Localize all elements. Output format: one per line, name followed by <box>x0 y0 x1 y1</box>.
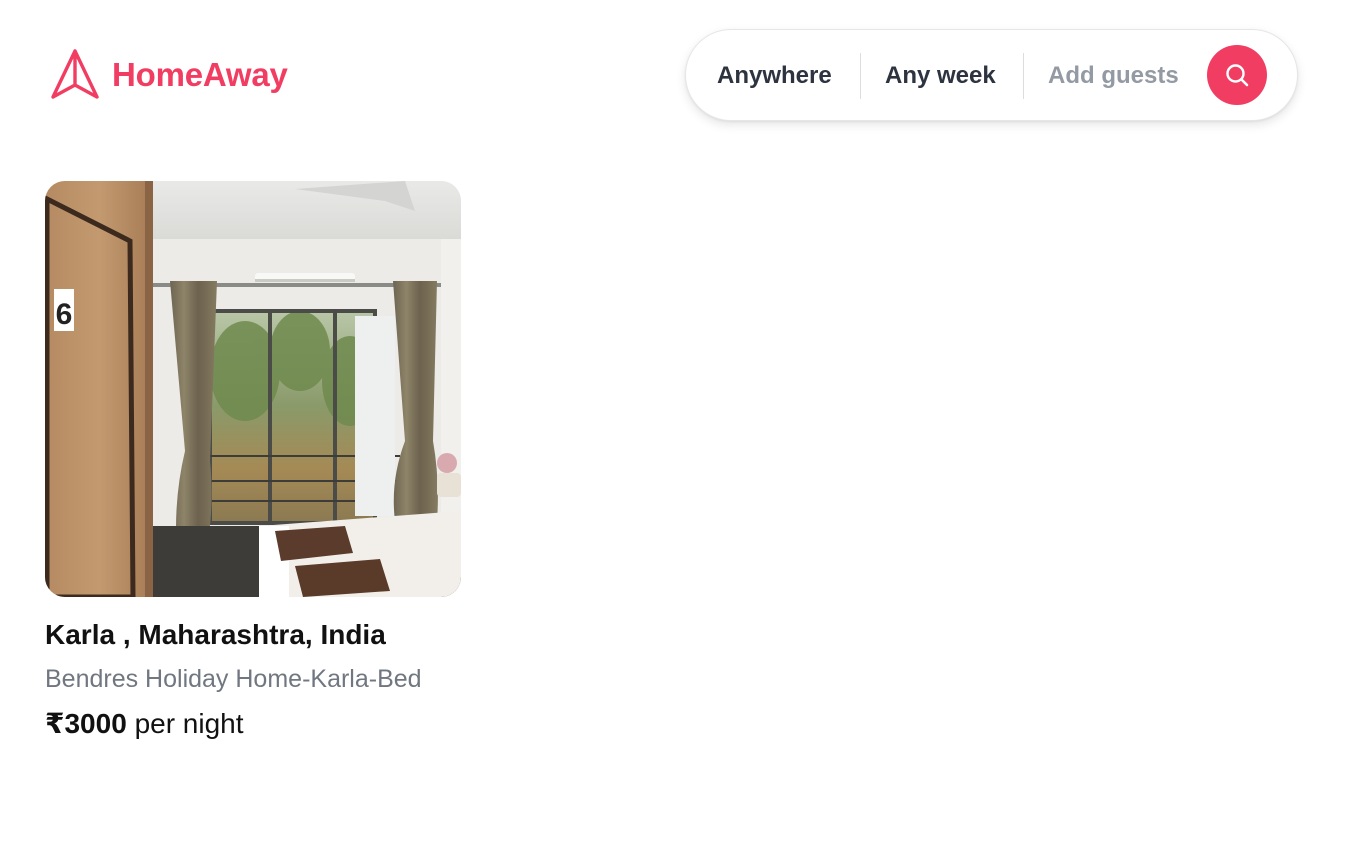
search-button[interactable] <box>1207 45 1267 105</box>
listing-name: Bendres Holiday Home-Karla-Bed <box>45 665 422 693</box>
brand-name: HomeAway <box>112 55 288 93</box>
listing-photo[interactable]: 6 <box>45 181 461 597</box>
location-filter-button[interactable]: Anywhere <box>717 30 832 122</box>
listing-price: ₹3000 per night <box>45 707 461 741</box>
date-filter-button[interactable]: Any week <box>885 30 996 122</box>
guests-filter-button[interactable]: Add guests <box>1048 30 1179 122</box>
paper-plane-icon <box>51 49 99 99</box>
search-icon <box>1226 64 1249 87</box>
listing-location: Karla , Maharashtra, India <box>45 619 386 650</box>
search-divider <box>860 53 861 99</box>
listing-card[interactable]: 6 Karla , Maharashtra, India Bendres Hol… <box>45 181 461 741</box>
room-photo-image: 6 <box>45 181 461 597</box>
search-divider <box>1023 53 1024 99</box>
price-unit: per night <box>134 708 244 739</box>
door-number: 6 <box>56 298 73 331</box>
search-bar: Anywhere Any week Add guests <box>685 29 1298 121</box>
brand-logo[interactable]: HomeAway <box>50 48 288 100</box>
price-amount: ₹3000 <box>45 708 127 739</box>
top-header: HomeAway Anywhere Any week Add guests <box>0 0 1352 150</box>
